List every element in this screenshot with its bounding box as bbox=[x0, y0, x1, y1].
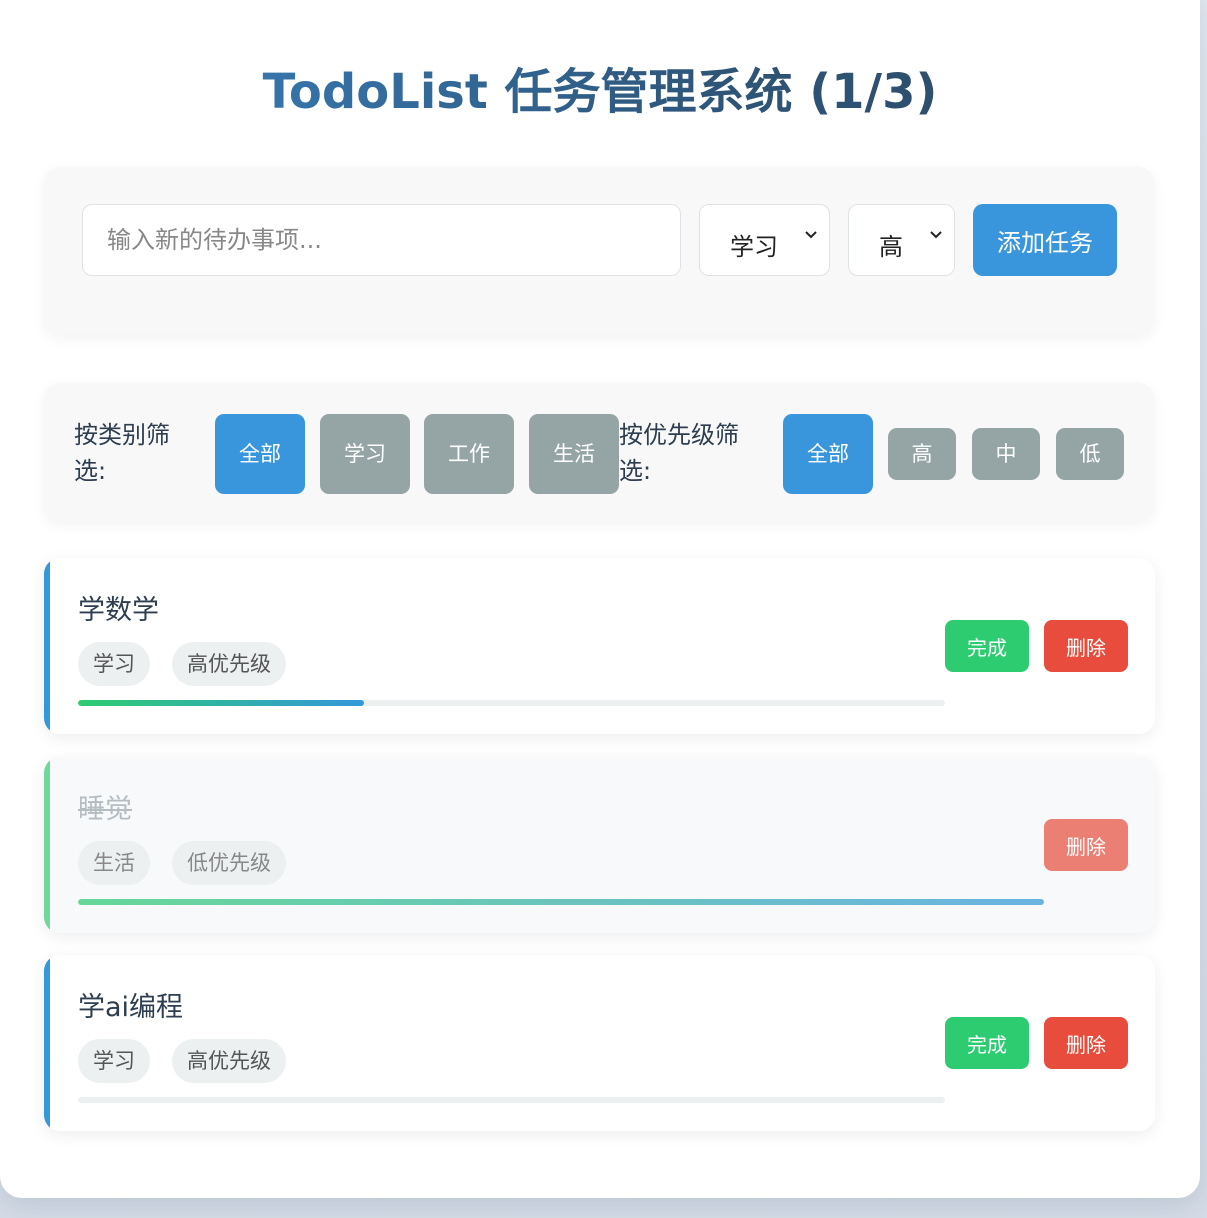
category-filter-label: 按类别筛选: bbox=[74, 421, 170, 485]
category-tag: 学习 bbox=[78, 642, 150, 686]
filter-priority-low[interactable]: 低 bbox=[1056, 428, 1124, 480]
add-task-panel: 学习 高 添加任务 bbox=[44, 167, 1154, 335]
task-item: 睡觉 生活 低优先级 删除 bbox=[44, 757, 1155, 933]
priority-filter-label: 按优先级筛选: bbox=[619, 421, 739, 485]
priority-select-value: 高 bbox=[879, 233, 903, 261]
filter-category-all[interactable]: 全部 bbox=[215, 414, 305, 494]
chevron-down-icon bbox=[803, 227, 819, 247]
filter-category-study[interactable]: 学习 bbox=[320, 414, 410, 494]
delete-button[interactable]: 删除 bbox=[1044, 620, 1128, 672]
filter-priority-high[interactable]: 高 bbox=[888, 428, 956, 480]
priority-select[interactable]: 高 bbox=[848, 204, 955, 276]
complete-button[interactable]: 完成 bbox=[945, 1017, 1029, 1069]
priority-tag: 低优先级 bbox=[172, 841, 286, 885]
progress-fill bbox=[78, 700, 365, 706]
filter-priority-all[interactable]: 全部 bbox=[783, 414, 873, 494]
task-title: 学ai编程 bbox=[78, 992, 184, 1023]
new-task-input[interactable] bbox=[82, 204, 681, 276]
progress-bar bbox=[78, 700, 945, 706]
progress-fill bbox=[78, 899, 1044, 905]
filter-priority-medium[interactable]: 中 bbox=[972, 428, 1040, 480]
progress-bar bbox=[78, 1097, 945, 1103]
priority-tag: 高优先级 bbox=[172, 1039, 286, 1083]
task-title: 学数学 bbox=[78, 595, 159, 626]
category-tag: 生活 bbox=[78, 841, 150, 885]
task-title: 睡觉 bbox=[78, 794, 132, 825]
category-tag: 学习 bbox=[78, 1039, 150, 1083]
task-item: 学ai编程 学习 高优先级 完成 删除 bbox=[44, 955, 1155, 1131]
complete-button[interactable]: 完成 bbox=[945, 620, 1029, 672]
category-select[interactable]: 学习 bbox=[699, 204, 830, 276]
add-task-button[interactable]: 添加任务 bbox=[973, 204, 1117, 276]
task-item: 学数学 学习 高优先级 完成 删除 bbox=[44, 558, 1155, 734]
filter-panel: 按类别筛选: 全部 学习 工作 生活 按优先级筛选: 全部 高 中 低 bbox=[44, 383, 1154, 521]
app-container: TodoList 任务管理系统 (1/3) 学习 高 添加任务 按类别筛选: 全… bbox=[0, 0, 1200, 1198]
priority-tag: 高优先级 bbox=[172, 642, 286, 686]
chevron-down-icon bbox=[928, 227, 944, 247]
filter-category-life[interactable]: 生活 bbox=[529, 414, 619, 494]
category-select-value: 学习 bbox=[730, 233, 778, 261]
filter-category-work[interactable]: 工作 bbox=[424, 414, 514, 494]
delete-button[interactable]: 删除 bbox=[1044, 819, 1128, 871]
delete-button[interactable]: 删除 bbox=[1044, 1017, 1128, 1069]
progress-bar bbox=[78, 899, 1044, 905]
page-title: TodoList 任务管理系统 (1/3) bbox=[0, 52, 1200, 122]
